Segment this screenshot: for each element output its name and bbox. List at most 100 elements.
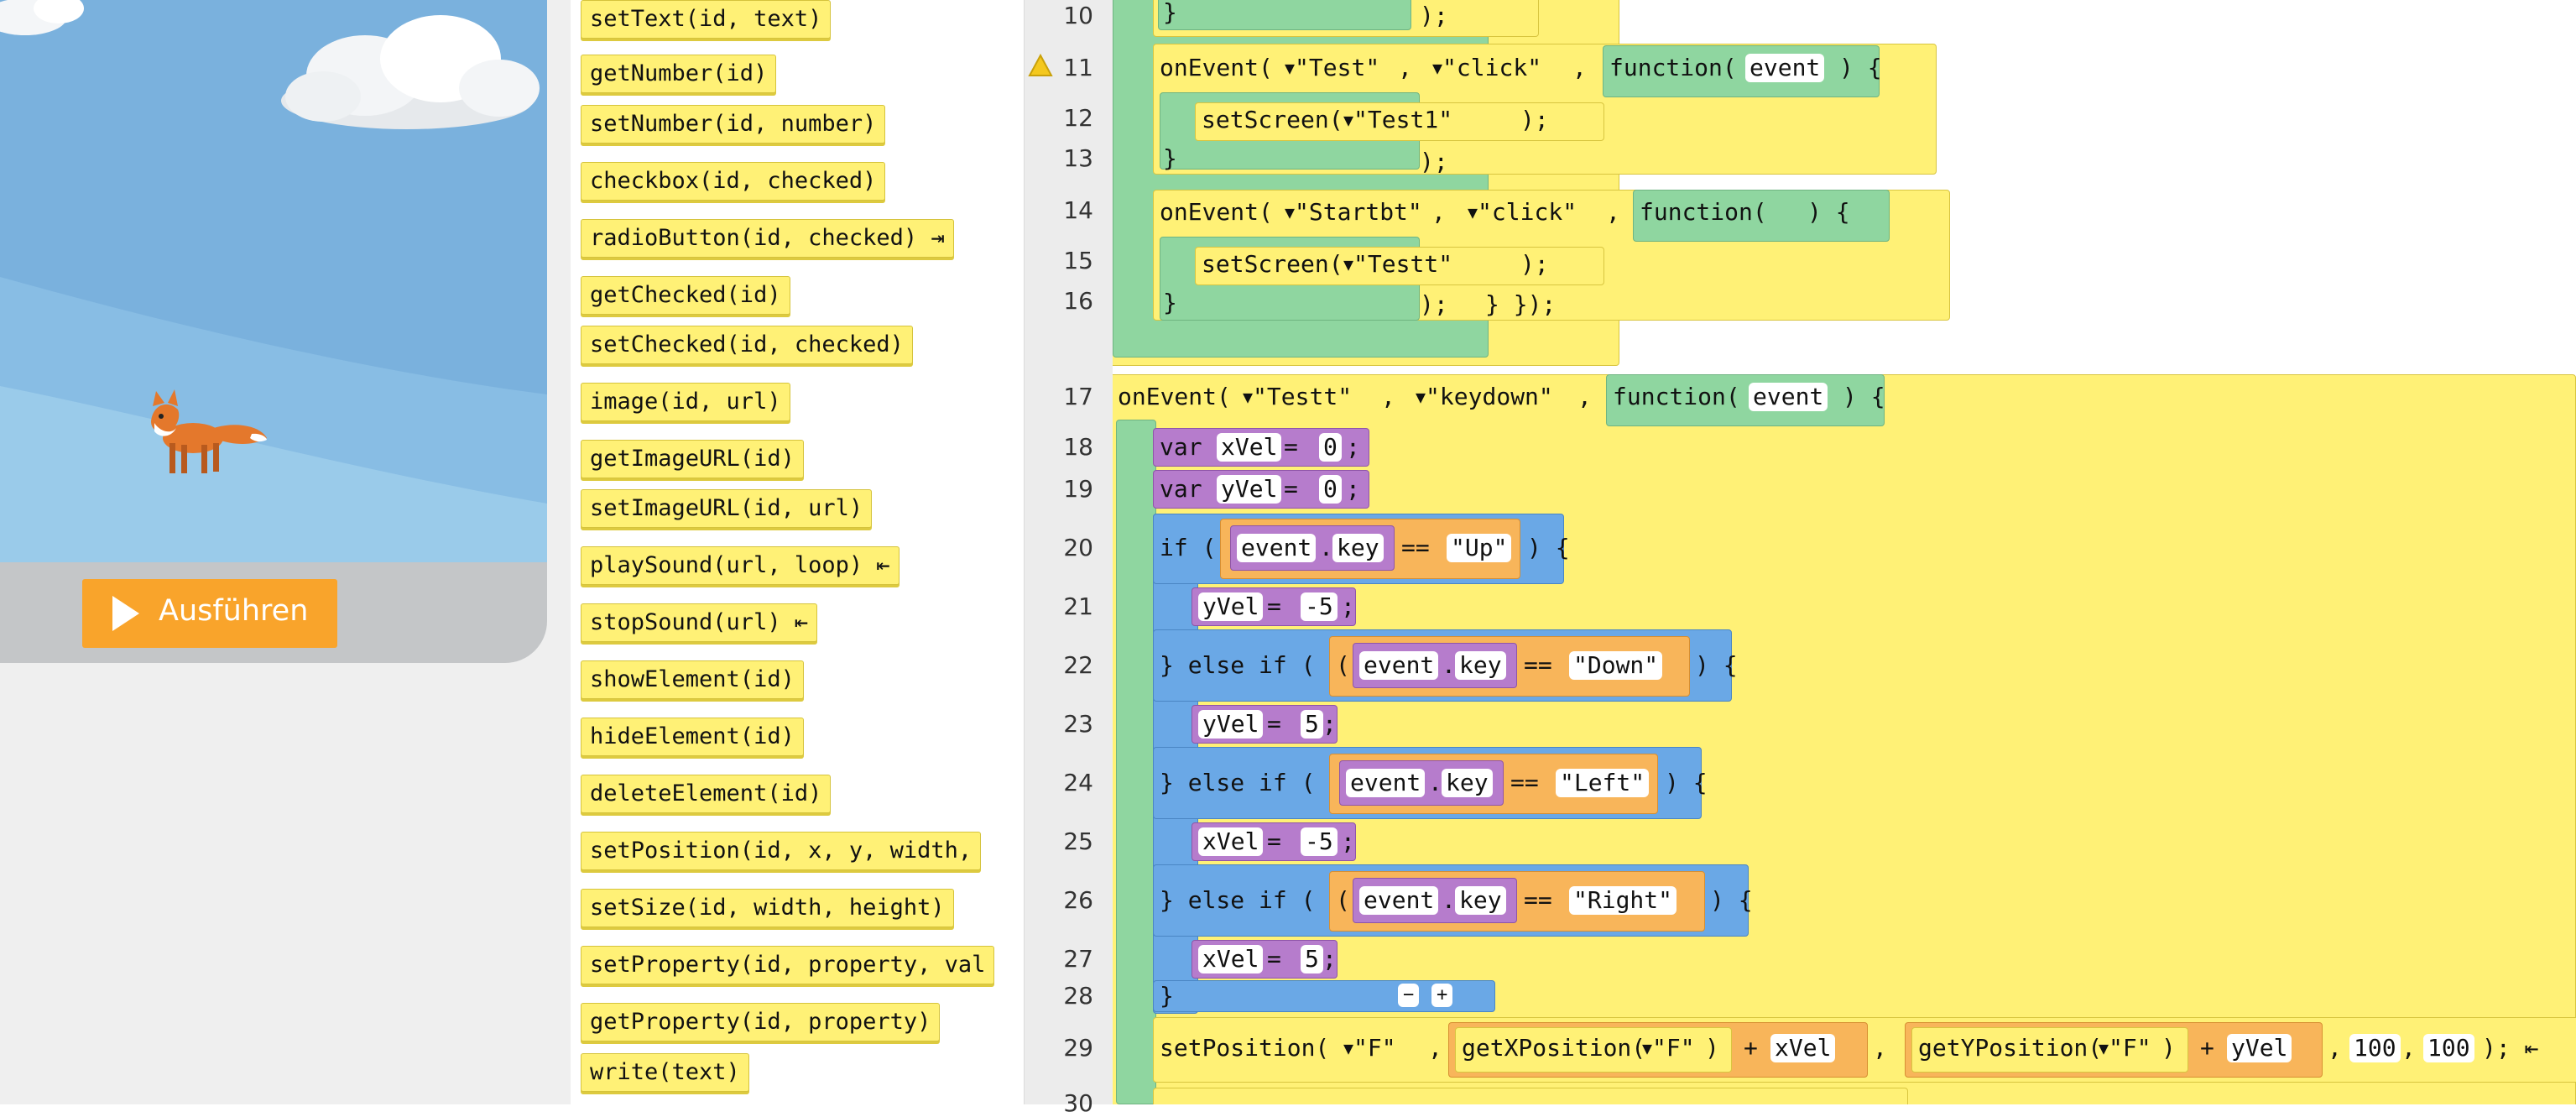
variable-name[interactable]: xVel [1198,827,1264,856]
toolbox-block[interactable]: setPosition(id, x, y, width, [581,832,982,870]
code-text: setPosition( [1160,1034,1330,1062]
toolbox-block[interactable]: getProperty(id, property) [581,1003,941,1041]
code-text: , [1431,198,1446,226]
number-value[interactable]: 5 [1301,710,1323,739]
variable-name[interactable]: xVel [1198,945,1264,973]
toolbox-block[interactable]: setNumber(id, number) [581,105,886,144]
string-value[interactable]: "Right" [1569,886,1677,915]
toolbox-block[interactable]: setText(id, text) [581,0,832,39]
toolbox-block[interactable]: getNumber(id) [581,55,777,93]
code-text: ; [1346,475,1360,503]
code-text: function( [1609,54,1737,81]
code-text: } }); [1485,290,1557,318]
property-name[interactable]: key [1442,769,1493,797]
string-value[interactable]: "Up" [1447,534,1512,562]
code-text: , [1381,383,1395,410]
code-text: == [1524,651,1552,679]
brace: } [1163,144,1177,172]
dropdown-arg[interactable]: ▼"keydown" [1411,383,1557,411]
object-ref[interactable]: event [1346,769,1426,797]
line-number: 24 [1063,769,1093,796]
variable-name[interactable]: yVel [1198,710,1264,739]
object-ref[interactable]: event [1359,651,1439,680]
property-name[interactable]: key [1455,886,1506,915]
string-value[interactable]: "Down" [1569,651,1663,680]
function-body-testt [1116,420,1156,1104]
property-name[interactable]: key [1332,534,1384,562]
number-value[interactable]: -5 [1301,592,1338,621]
line-number: 27 [1063,945,1093,973]
toolbox-block[interactable]: setSize(id, width, height) [581,889,954,927]
dropdown-arg[interactable]: ▼"Test1" [1339,106,1457,134]
dropdown-arg[interactable]: ▼"F" [2094,1034,2156,1062]
toolbox-block[interactable]: setProperty(id, property, val [581,946,995,984]
line-number: 14 [1063,196,1093,224]
param-slot[interactable]: event [1745,54,1825,82]
toolbox-block[interactable]: setImageURL(id, url) [581,489,873,528]
code-text: == [1510,769,1539,796]
dropdown-arg[interactable]: ▼"click" [1428,54,1546,82]
string-value[interactable]: "Left" [1556,769,1650,797]
brace: } [1160,982,1174,1010]
code-text: var [1160,433,1202,461]
number-value[interactable]: 100 [2349,1034,2401,1062]
code-text: ); [1520,106,1549,133]
code-text: + [1744,1034,1758,1062]
toolbox-block[interactable]: deleteElement(id) [581,775,832,813]
line-number: 10 [1063,2,1093,29]
toolbox-block[interactable]: stopSound(url) ⇤ [581,603,818,642]
run-button[interactable]: Ausführen [82,579,337,648]
code-text: } else if ( [1160,886,1316,914]
toolbox-block[interactable]: showElement(id) [581,660,804,699]
param-slot[interactable]: event [1749,383,1828,411]
code-block-line30[interactable] [1153,1088,1908,1104]
code-text: ; [1322,710,1337,738]
dropdown-arg[interactable]: ▼"Testt" [1339,250,1457,279]
variable-name[interactable]: xVel [1217,433,1282,462]
line-number: 16 [1063,287,1093,315]
toolbox-block[interactable]: getImageURL(id) [581,440,804,478]
number-value[interactable]: -5 [1301,827,1338,856]
code-text: , [1572,54,1587,81]
code-text: setScreen( [1202,250,1343,278]
toolbox-block[interactable]: radioButton(id, checked) ⇥ [581,219,954,258]
code-text: ) { [1527,534,1570,561]
property-name[interactable]: key [1455,651,1506,680]
toolbox-block[interactable]: write(text) [581,1053,749,1092]
toolbox-block[interactable]: hideElement(id) [581,718,804,756]
toolbox-block[interactable]: checkbox(id, checked) [581,162,886,201]
code-text: if ( [1160,534,1217,561]
dropdown-arg[interactable]: ▼"Test" [1280,54,1384,82]
line-number: 15 [1063,247,1093,274]
dropdown-arg[interactable]: ▼"Testt" [1238,383,1356,411]
remove-else-button[interactable]: − [1398,984,1420,1007]
toolbox-block[interactable]: image(id, url) [581,383,790,421]
add-else-button[interactable]: + [1431,984,1453,1007]
toolbox-block[interactable]: playSound(url, loop) ⇤ [581,546,900,585]
object-ref[interactable]: event [1237,534,1317,562]
code-text: + [2200,1034,2214,1062]
number-value[interactable]: 0 [1319,475,1342,504]
variable-name[interactable]: yVel [2227,1034,2292,1062]
variable-name[interactable]: yVel [1198,592,1264,621]
code-text: ( [1336,651,1350,679]
cloud-image [0,0,84,35]
code-text: , [1577,383,1592,410]
dropdown-arg[interactable]: ▼"F" [1339,1034,1400,1062]
number-value[interactable]: 0 [1319,433,1342,462]
line-number: 25 [1063,827,1093,855]
dropdown-arg[interactable]: ▼"F" [1638,1034,1699,1062]
toolbox-block[interactable]: getChecked(id) [581,276,790,315]
toolbox-block[interactable]: setChecked(id, checked) [581,326,913,364]
number-value[interactable]: 100 [2423,1034,2474,1062]
code-text: , [1428,1034,1442,1062]
number-value[interactable]: 5 [1301,945,1323,973]
dropdown-arg[interactable]: ▼"click" [1463,198,1581,227]
dropdown-arg[interactable]: ▼"Startbt" [1280,198,1426,227]
object-ref[interactable]: event [1359,886,1439,915]
variable-name[interactable]: yVel [1217,475,1282,504]
warning-icon[interactable] [1028,54,1053,77]
code-text: onEvent( [1160,198,1273,226]
code-text: = [1267,827,1281,855]
variable-name[interactable]: xVel [1770,1034,1836,1062]
